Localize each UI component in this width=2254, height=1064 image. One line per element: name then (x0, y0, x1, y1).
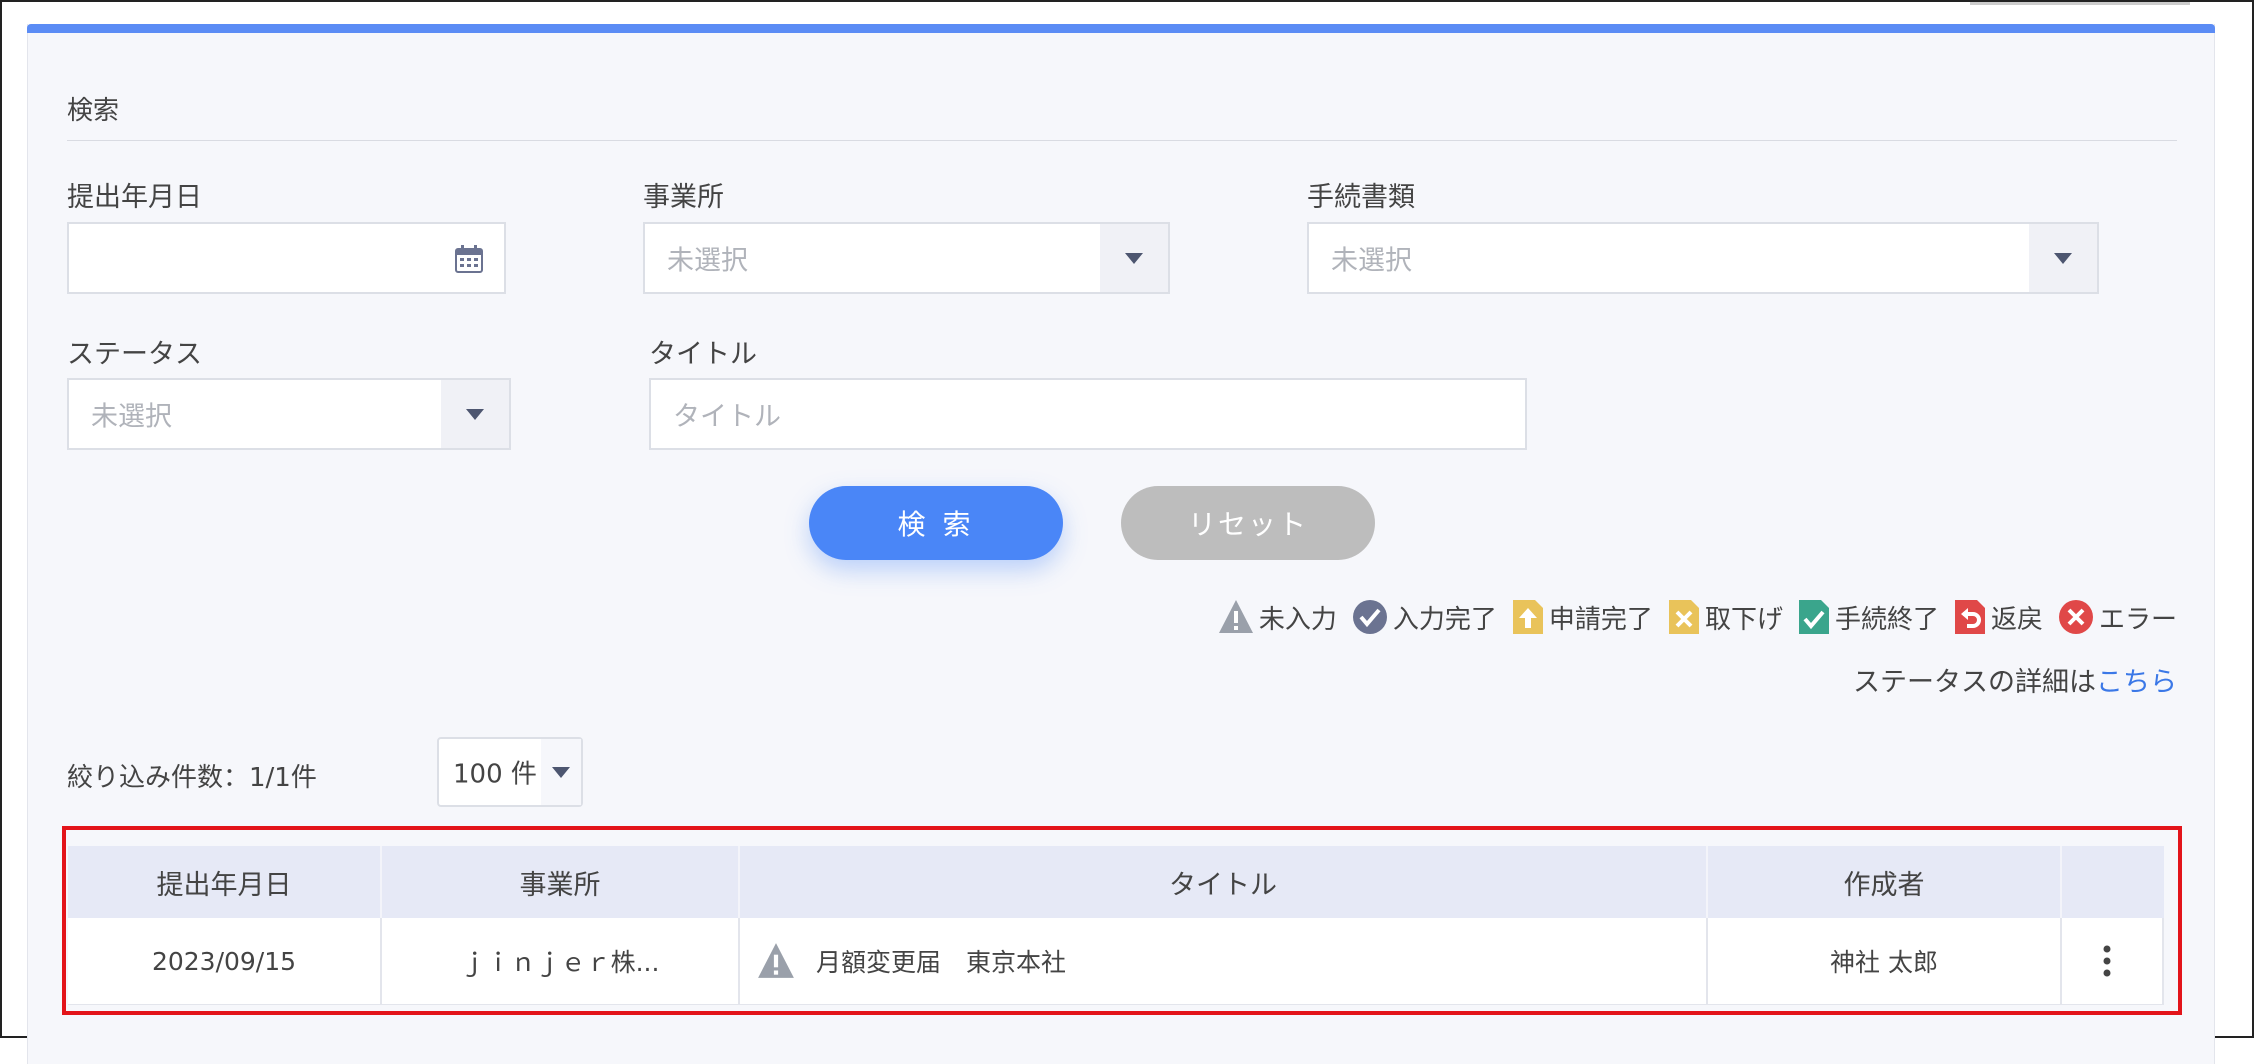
office-dropdown-toggle[interactable] (1100, 224, 1168, 292)
legend-label: 取下げ (1704, 604, 1783, 635)
legend-label: 返戻 (1990, 604, 2043, 635)
date-field[interactable] (67, 222, 506, 294)
doc-select[interactable]: 未選択 (1307, 222, 2099, 294)
status-label: ステータス (67, 339, 202, 370)
status-placeholder: 未選択 (91, 401, 172, 433)
chevron-down-icon (466, 408, 484, 420)
per-page-select[interactable]: 100 件 (437, 737, 583, 807)
section-title: 検索 (67, 96, 120, 126)
doc-placeholder: 未選択 (1331, 245, 1412, 277)
legend-item-procedure-complete: 手続終了 (1797, 598, 1939, 636)
status-detail-link[interactable]: こちら (2096, 667, 2177, 698)
status-legend: 未入力 入力完了 申請完了 取下げ 手続終了 返戻 エラー (1217, 598, 2177, 636)
calendar-icon[interactable] (454, 244, 484, 281)
legend-label: エラー (2098, 604, 2177, 635)
legend-item-returned: 返戻 (1953, 598, 2043, 636)
status-detail-note: ステータスの詳細はこちら (1853, 660, 2177, 699)
result-count: 絞り込み件数：1/1件 (67, 763, 317, 793)
return-doc-icon (1954, 600, 1985, 634)
error-icon (2058, 600, 2093, 634)
chevron-down-icon (1125, 252, 1143, 264)
office-placeholder: 未選択 (667, 245, 748, 277)
status-detail-text: ステータスの詳細は (1853, 667, 2096, 698)
title-label: タイトル (649, 339, 757, 370)
doc-dropdown-toggle[interactable] (2029, 224, 2097, 292)
legend-item-error: エラー (2057, 598, 2177, 636)
status-dropdown-toggle[interactable] (441, 380, 509, 448)
chevron-down-icon (2054, 252, 2072, 264)
withdraw-doc-icon (1668, 600, 1699, 634)
legend-label: 手続終了 (1834, 604, 1939, 635)
check-circle-icon (1352, 600, 1387, 634)
legend-item-not-entered: 未入力 (1217, 598, 1337, 636)
corner-strip (1970, 2, 2190, 5)
date-label: 提出年月日 (67, 182, 202, 213)
panel-accent-bar (27, 24, 2215, 33)
legend-item-input-complete: 入力完了 (1351, 598, 1497, 636)
doc-label: 手続書類 (1307, 182, 1415, 213)
chevron-down-icon (552, 766, 570, 778)
title-placeholder: タイトル (673, 401, 781, 433)
legend-label: 入力完了 (1392, 604, 1497, 635)
reset-button[interactable]: リセット (1121, 486, 1375, 560)
title-input[interactable]: タイトル (649, 378, 1527, 450)
legend-item-withdrawn: 取下げ (1667, 598, 1783, 636)
office-select[interactable]: 未選択 (643, 222, 1170, 294)
search-button[interactable]: 検 索 (809, 486, 1063, 560)
legend-label: 申請完了 (1548, 604, 1653, 635)
legend-label: 未入力 (1258, 604, 1337, 635)
complete-doc-icon (1798, 600, 1829, 634)
legend-item-applied: 申請完了 (1511, 598, 1653, 636)
per-page-value: 100 件 (453, 759, 537, 790)
per-page-toggle[interactable] (541, 739, 581, 805)
section-divider (67, 140, 2177, 141)
office-label: 事業所 (643, 182, 724, 213)
warning-icon (1218, 600, 1253, 633)
upload-doc-icon (1512, 600, 1543, 634)
status-select[interactable]: 未選択 (67, 378, 511, 450)
highlight-box (62, 826, 2182, 1015)
